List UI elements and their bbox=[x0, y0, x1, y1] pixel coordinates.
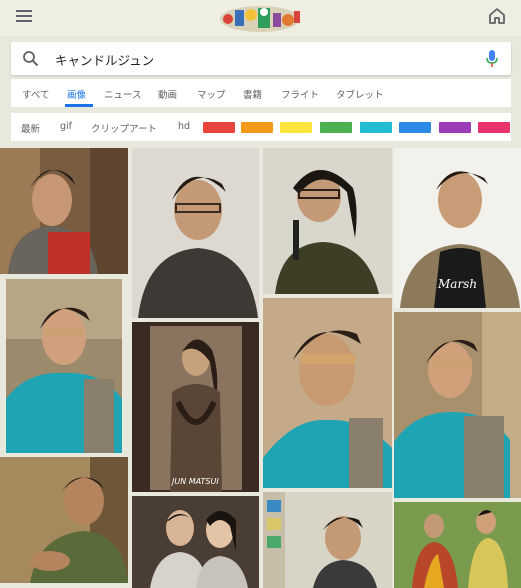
tab-news[interactable]: ニュース bbox=[104, 87, 142, 101]
image-result[interactable] bbox=[394, 312, 521, 498]
color-filter-pink[interactable] bbox=[478, 122, 510, 133]
image-result[interactable] bbox=[0, 148, 128, 274]
mic-icon[interactable] bbox=[485, 49, 499, 68]
image-result[interactable]: JUN MATSUI bbox=[132, 322, 259, 492]
poster-caption: JUN MATSUI bbox=[172, 477, 219, 486]
image-result[interactable]: Marsh bbox=[394, 148, 521, 308]
search-icon[interactable] bbox=[22, 50, 39, 67]
tab-images[interactable]: 画像 bbox=[67, 87, 86, 101]
color-filter-blue[interactable] bbox=[399, 122, 431, 133]
home-icon[interactable] bbox=[488, 7, 506, 25]
tab-videos[interactable]: 動画 bbox=[158, 87, 177, 101]
image-result[interactable] bbox=[263, 298, 392, 488]
hamburger-menu-icon[interactable] bbox=[16, 10, 32, 22]
search-input[interactable]: キャンドルジュン bbox=[55, 50, 154, 69]
filter-hd[interactable]: hd bbox=[178, 121, 190, 132]
color-filter-red[interactable] bbox=[203, 122, 235, 133]
filter-clipart[interactable]: クリップアート bbox=[91, 121, 157, 135]
color-filter-purple[interactable] bbox=[439, 122, 471, 133]
svg-text:Marsh: Marsh bbox=[437, 277, 477, 291]
image-result[interactable] bbox=[394, 502, 521, 588]
top-bar bbox=[0, 0, 521, 36]
search-box[interactable]: キャンドルジュン bbox=[11, 42, 511, 75]
search-tabs: すべて 画像 ニュース 動画 マップ 書籍 フライト タブレット bbox=[11, 79, 511, 107]
color-filter-yellow[interactable] bbox=[280, 122, 312, 133]
active-tab-indicator bbox=[65, 104, 93, 107]
google-doodle-icon[interactable] bbox=[218, 1, 302, 35]
image-result[interactable] bbox=[263, 148, 392, 294]
image-result[interactable] bbox=[0, 457, 128, 583]
image-result[interactable] bbox=[132, 148, 259, 318]
filter-recent[interactable]: 最新 bbox=[21, 121, 40, 135]
tab-flights[interactable]: フライト bbox=[281, 87, 319, 101]
image-result[interactable] bbox=[6, 279, 122, 453]
filter-gif[interactable]: gif bbox=[60, 121, 72, 132]
color-filter-green[interactable] bbox=[320, 122, 352, 133]
tab-maps[interactable]: マップ bbox=[197, 87, 226, 101]
color-filter-orange[interactable] bbox=[241, 122, 273, 133]
tab-all[interactable]: すべて bbox=[22, 87, 49, 101]
filter-bar: 最新 gif クリップアート hd bbox=[11, 113, 511, 141]
color-filter-teal[interactable] bbox=[360, 122, 392, 133]
tab-books[interactable]: 書籍 bbox=[243, 87, 262, 101]
tab-tablets[interactable]: タブレット bbox=[336, 87, 384, 101]
image-result[interactable] bbox=[263, 492, 392, 588]
image-result[interactable] bbox=[132, 496, 259, 588]
